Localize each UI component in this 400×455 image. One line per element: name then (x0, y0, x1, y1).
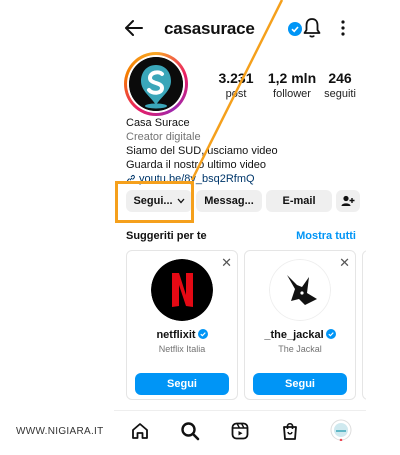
suggestion-username[interactable]: _the_jackal (245, 329, 355, 341)
home-icon[interactable] (130, 421, 150, 441)
top-bar: casasurace (114, 14, 366, 42)
highlight-box (115, 181, 194, 223)
dismiss-icon[interactable]: ✕ (339, 255, 350, 271)
see-all-link[interactable]: Mostra tutti (296, 230, 356, 242)
the-jackal-avatar[interactable] (269, 259, 331, 321)
shop-icon[interactable] (280, 421, 300, 441)
verified-badge-icon (288, 22, 302, 36)
bio-line: Siamo del SUD, usciamo video (126, 145, 278, 157)
posts-count-label: post (225, 88, 247, 100)
posts-count-value: 3.231 (218, 70, 254, 86)
verified-badge-icon (325, 329, 336, 339)
posts-count[interactable]: 3.231 post (206, 70, 266, 100)
bio-section: Casa Surace Creator digitale Siamo del S… (126, 116, 361, 186)
suggestion-card-partial[interactable]: ✕ (362, 250, 366, 400)
email-button[interactable]: E-mail (266, 190, 332, 212)
message-button[interactable]: Messag... (196, 190, 262, 212)
suggestion-username-text: netflixit (156, 329, 196, 341)
suggestion-username-text: _the_jackal (264, 329, 324, 341)
search-icon[interactable] (180, 421, 200, 441)
dismiss-icon[interactable]: ✕ (221, 255, 232, 271)
suggestion-username[interactable]: netflixit (127, 329, 237, 341)
profile-category: Creator digitale (126, 131, 201, 143)
instagram-profile-screen: casasurace 3.231 post 1,2 mln follower 2… (114, 0, 366, 455)
following-count-value: 246 (328, 70, 352, 86)
avatar[interactable] (127, 55, 185, 113)
suggested-users-button[interactable] (336, 190, 360, 212)
verified-badge-icon (197, 329, 208, 339)
message-button-label: Messag... (204, 195, 254, 207)
bell-icon[interactable] (302, 17, 322, 39)
bio-line: Guarda il nostro ultimo video (126, 159, 267, 171)
profile-username: casasurace (164, 19, 255, 38)
profile-display-name: Casa Surace (126, 117, 190, 129)
suggestion-card[interactable]: ✕ netflixit Netflix Italia Segui (126, 250, 238, 400)
reels-icon[interactable] (230, 421, 250, 441)
profile-avatar-icon[interactable] (330, 419, 352, 441)
suggestion-card[interactable]: ✕ _the_jackal The Jackal Segui (244, 250, 356, 400)
netflix-avatar[interactable] (151, 259, 213, 321)
email-button-label: E-mail (282, 195, 316, 207)
bottom-nav (114, 410, 366, 455)
more-options-icon[interactable] (338, 19, 348, 37)
follow-button[interactable]: Segui (253, 373, 347, 395)
avatar-logo (129, 57, 183, 111)
follow-button[interactable]: Segui (135, 373, 229, 395)
following-count-label: seguiti (324, 88, 356, 100)
suggestion-fullname: The Jackal (278, 344, 322, 354)
story-ring[interactable] (124, 52, 188, 116)
following-count[interactable]: 246 seguiti (310, 70, 366, 100)
suggestions-title: Suggeriti per te (126, 230, 207, 242)
back-arrow-icon[interactable] (124, 18, 144, 38)
suggestion-fullname: Netflix Italia (158, 344, 206, 354)
watermark: WWW.NIGIARA.IT (16, 426, 104, 437)
add-user-icon (341, 195, 355, 206)
